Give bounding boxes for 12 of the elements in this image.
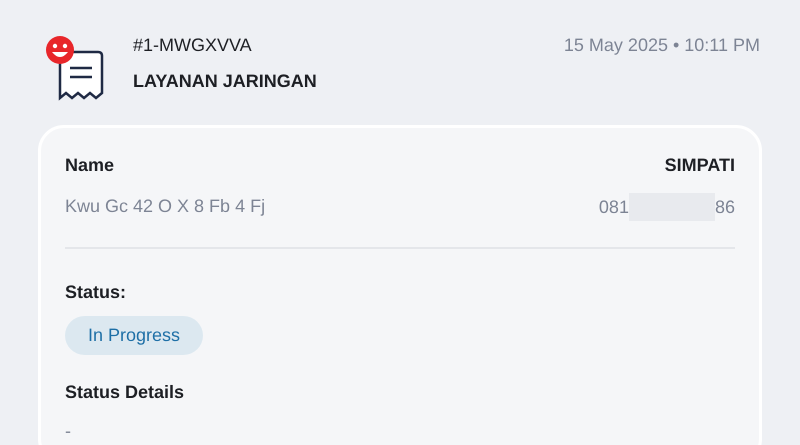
customer-name: Kwu Gc 42 O X 8 Fb 4 Fj <box>65 195 266 218</box>
status-details-label: Status Details <box>65 381 186 404</box>
phone-number-end: 86 <box>714 196 735 218</box>
status-details-value: - <box>65 420 72 443</box>
ticket-category: LAYANAN JARINGAN <box>133 70 317 93</box>
name-label: Name <box>65 154 114 177</box>
status-badge: In Progress <box>65 316 204 355</box>
phone-number-start: 081 <box>598 196 629 218</box>
provider-name: SIMPATI <box>664 154 735 177</box>
status-label: Status: <box>65 281 128 304</box>
ticket-datetime: 15 May 2025 • 10:11 PM <box>564 34 760 57</box>
ticket-id: #1-MWGXVVA <box>133 34 253 57</box>
